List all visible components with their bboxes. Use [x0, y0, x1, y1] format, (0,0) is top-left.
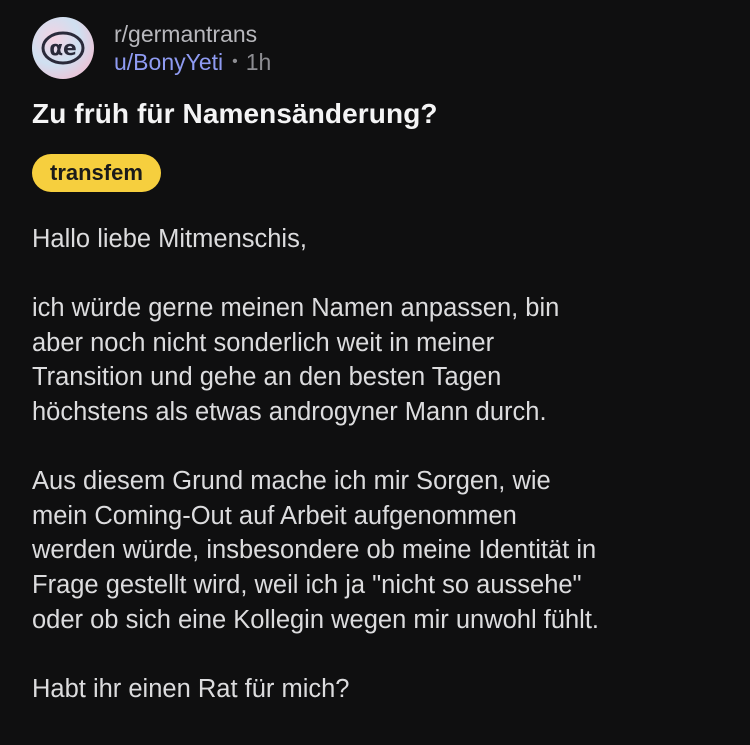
post-flair[interactable]: transfem	[32, 154, 161, 192]
body-paragraph: ich würde gerne meinen Namen anpassen, b…	[32, 294, 560, 426]
post-title: Zu früh für Namensänderung?	[32, 98, 438, 129]
post-meta: r/germantrans u/BonyYeti • 1h	[114, 20, 271, 76]
body-paragraph: Habt ihr einen Rat für mich?	[32, 674, 350, 703]
svg-text:αe: αe	[49, 36, 76, 60]
byline: u/BonyYeti • 1h	[114, 48, 271, 76]
post-detail: αe r/germantrans u/BonyYeti • 1h Zu früh…	[0, 0, 750, 745]
post-header: αe r/germantrans u/BonyYeti • 1h	[32, 16, 271, 80]
post-timestamp: 1h	[245, 49, 272, 75]
body-paragraph: Aus diesem Grund mache ich mir Sorgen, w…	[32, 467, 600, 634]
post-body: Hallo liebe Mitmenschis, ich würde gerne…	[32, 222, 732, 706]
author-link[interactable]: u/BonyYeti	[114, 48, 223, 76]
byline-separator: •	[232, 53, 238, 70]
subreddit-link[interactable]: r/germantrans	[114, 20, 271, 48]
subreddit-avatar-icon[interactable]: αe	[32, 17, 94, 79]
subreddit-logo-icon: αe	[41, 31, 85, 65]
body-paragraph: Hallo liebe Mitmenschis,	[32, 225, 307, 253]
